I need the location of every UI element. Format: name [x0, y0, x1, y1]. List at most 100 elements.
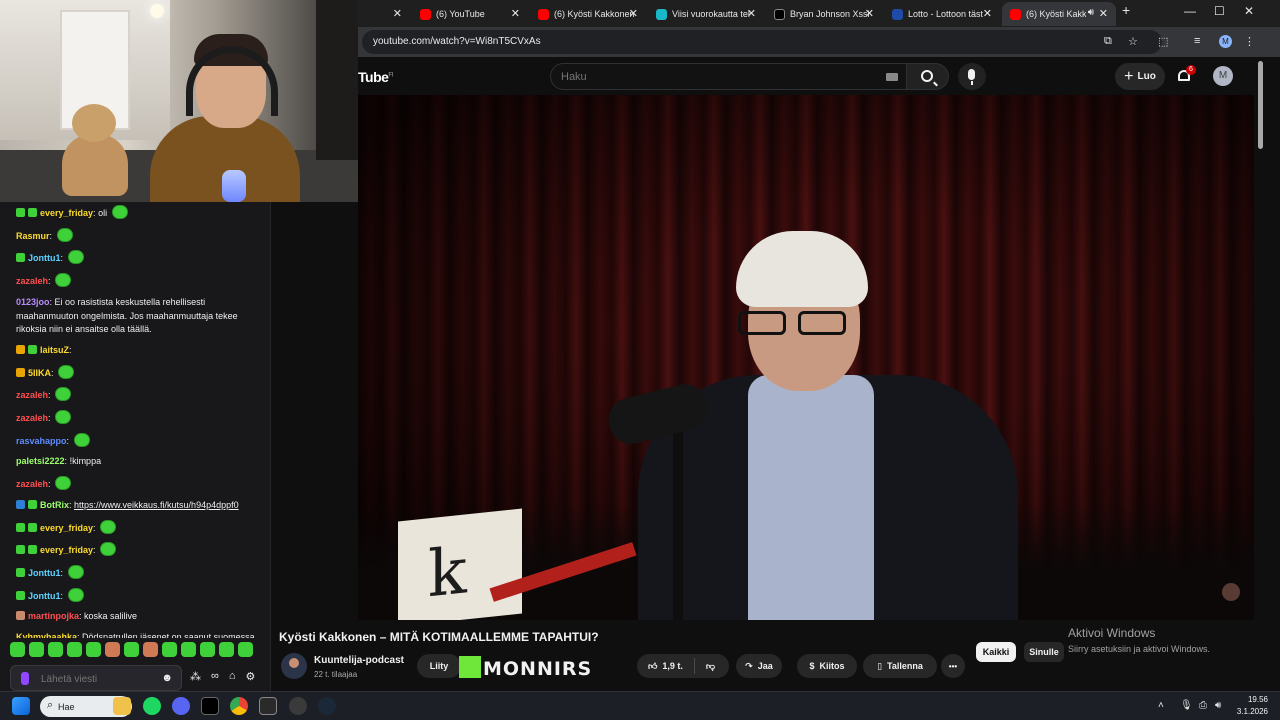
url-text[interactable]: youtube.com/watch?v=Wi8nT5CVxAs — [373, 36, 541, 47]
x-app-icon[interactable] — [201, 697, 219, 715]
like-count[interactable]: 1,9 t. — [662, 661, 683, 671]
chat-username[interactable]: 5IIKA — [28, 368, 51, 378]
minimize-icon[interactable]: — — [1184, 4, 1196, 18]
media-control-icon[interactable]: ≡ — [1194, 35, 1200, 47]
dislike-icon[interactable]: 👎︎ — [706, 661, 715, 672]
chat-badge-icon[interactable] — [28, 344, 37, 354]
chat-username[interactable]: Rasmur — [16, 231, 50, 241]
chat-input-box[interactable]: ☻ — [10, 665, 182, 691]
chat-badge-icon[interactable] — [28, 545, 37, 555]
close-tab-icon[interactable]: ✕ — [983, 7, 992, 20]
channel-avatar[interactable] — [281, 653, 307, 679]
chat-badge-icon[interactable] — [16, 545, 25, 555]
chat-badge-icon[interactable] — [16, 253, 25, 263]
join-button[interactable]: Liity — [417, 654, 461, 678]
chat-username[interactable]: every_friday — [40, 523, 93, 533]
obs-icon[interactable] — [289, 697, 307, 715]
chat-username[interactable]: Jonttu1 — [28, 591, 61, 601]
spotify-icon[interactable] — [143, 697, 161, 715]
predictions-icon[interactable]: ⁂ — [190, 670, 201, 683]
browser-tab[interactable]: (6) YouTube ✕ — [412, 2, 528, 26]
account-avatar[interactable]: M — [1213, 66, 1233, 86]
browser-tab[interactable]: (6) Kyösti Kakkonen ✕ — [530, 2, 646, 26]
emote-picker-icon[interactable]: ☻ — [161, 672, 173, 684]
chat-badge-icon[interactable] — [16, 367, 25, 377]
chat-username[interactable]: zazaleh — [16, 479, 48, 489]
chat-username[interactable]: Jonttu1 — [28, 253, 61, 263]
chat-badge-icon[interactable] — [28, 499, 37, 509]
browser-tab[interactable]: Viisi vuorokautta tel ✕ — [648, 2, 764, 26]
more-actions-button[interactable]: ••• — [941, 654, 965, 678]
channel-name[interactable]: Kuuntelija-podcast — [314, 655, 404, 666]
chat-username[interactable]: paletsi2222 — [16, 456, 65, 466]
app-icon[interactable] — [259, 697, 277, 715]
emote-bar[interactable] — [10, 642, 253, 660]
address-bar[interactable]: youtube.com/watch?v=Wi8nT5CVxAs ⧉ ☆ — [362, 30, 1162, 54]
chat-username[interactable]: zazaleh — [16, 390, 48, 400]
create-button[interactable]: + Luo — [1115, 63, 1165, 90]
network-icon[interactable]: ⎙ — [1199, 700, 1207, 711]
search-box[interactable] — [550, 63, 907, 90]
chat-username[interactable]: 0123joo — [16, 297, 50, 307]
audio-playing-icon[interactable]: 🔊︎ — [1088, 7, 1094, 18]
extensions-icon[interactable]: ⬚ — [1158, 35, 1168, 48]
notifications-bell-icon[interactable]: 6 — [1176, 65, 1196, 85]
chat-badge-icon[interactable] — [16, 611, 25, 621]
bits-icon[interactable] — [21, 672, 29, 685]
save-button[interactable]: ▯ Tallenna — [863, 654, 937, 678]
thanks-button[interactable]: $ Kiitos — [797, 654, 857, 678]
chat-username[interactable]: Jonttu1 — [28, 568, 61, 578]
chat-username[interactable]: zazaleh — [16, 276, 48, 286]
page-scrollbar[interactable] — [1256, 57, 1280, 691]
channel-watermark-icon[interactable] — [1222, 583, 1240, 601]
infinity-icon[interactable]: ∞ — [211, 670, 219, 683]
browser-tab[interactable]: ✕ — [358, 2, 410, 26]
store-icon[interactable]: ⌂ — [229, 670, 236, 683]
discord-icon[interactable] — [172, 697, 190, 715]
browser-tab[interactable]: Lotto - Lottoon täst ✕ — [884, 2, 1000, 26]
video-player[interactable]: k — [358, 95, 1254, 620]
chat-badge-icon[interactable] — [16, 344, 25, 354]
close-tab-icon[interactable]: ✕ — [1099, 7, 1108, 20]
share-button[interactable]: ↷ Jaa — [736, 654, 782, 678]
volume-icon[interactable]: 🔊︎ — [1215, 700, 1221, 711]
chat-badge-icon[interactable] — [28, 208, 37, 217]
tray-chevron-icon[interactable]: ˄ — [1158, 700, 1164, 711]
system-clock[interactable]: 19.56 3.1.2026 — [1236, 694, 1268, 718]
file-explorer-icon[interactable] — [113, 697, 131, 715]
chat-input[interactable] — [41, 670, 159, 688]
chat-badge-icon[interactable] — [28, 522, 37, 532]
chat-link[interactable]: https://www.veikkaus.fi/kutsu/h94p4dppf0 — [74, 500, 239, 510]
browser-profile-avatar[interactable]: M — [1219, 35, 1232, 48]
cast-icon[interactable]: ⧉ — [1104, 35, 1112, 48]
chat-username[interactable]: Kyhmyhaahka — [16, 632, 77, 638]
window-close-icon[interactable]: ✕ — [1244, 4, 1254, 18]
microphone-tray-icon[interactable]: 🎙︎ — [1180, 700, 1193, 711]
browser-tab[interactable]: Bryan Johnson Xssi ✕ — [766, 2, 882, 26]
chat-badge-icon[interactable] — [16, 499, 25, 509]
chat-badge-icon[interactable] — [16, 590, 25, 600]
chat-username[interactable]: every_friday — [40, 208, 93, 218]
steam-icon[interactable] — [318, 697, 336, 715]
youtube-logo[interactable]: TubeFI — [358, 69, 393, 85]
bookmark-star-icon[interactable]: ☆ — [1128, 35, 1138, 48]
close-tab-icon[interactable]: ✕ — [747, 7, 756, 20]
browser-menu-icon[interactable]: ⋮ — [1244, 35, 1255, 48]
maximize-icon[interactable]: ☐ — [1214, 4, 1225, 18]
chat-username[interactable]: zazaleh — [16, 413, 48, 423]
new-tab-button[interactable]: + — [1122, 2, 1130, 18]
chat-badge-icon[interactable] — [16, 522, 25, 532]
windows-start-icon[interactable] — [12, 697, 30, 715]
like-icon[interactable]: 👍︎ — [648, 661, 657, 672]
voice-search-icon[interactable] — [958, 63, 986, 90]
chat-badge-icon[interactable] — [16, 567, 25, 577]
filter-chip-all[interactable]: Kaikki — [976, 642, 1016, 662]
browser-tab-active[interactable]: (6) Kyösti Kakk 🔊︎ ✕ — [1002, 2, 1116, 26]
close-tab-icon[interactable]: ✕ — [629, 7, 638, 20]
chat-badge-icon[interactable] — [16, 208, 25, 217]
settings-gear-icon[interactable]: ⚙ — [246, 670, 256, 683]
close-tab-icon[interactable]: ✕ — [511, 7, 520, 20]
chrome-icon[interactable] — [230, 697, 248, 715]
search-input[interactable] — [561, 69, 861, 85]
filter-chip-for-you[interactable]: Sinulle — [1024, 642, 1064, 662]
